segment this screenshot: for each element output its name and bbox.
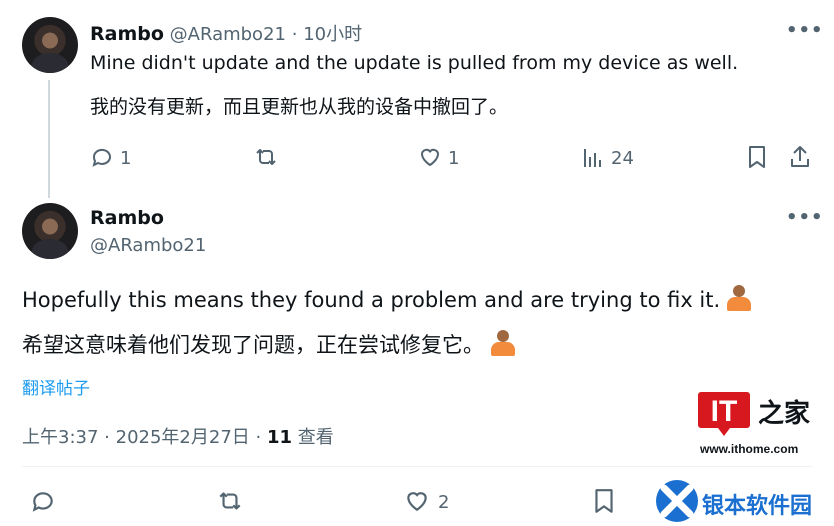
main-handle[interactable]: @ARambo21: [90, 235, 206, 256]
display-name[interactable]: Rambo: [90, 23, 164, 45]
reply-icon[interactable]: [90, 145, 114, 169]
main-tweet-text: Hopefully this means they found a proble…: [22, 285, 752, 312]
bookmark-icon[interactable]: [592, 487, 616, 515]
avatar[interactable]: [22, 203, 78, 259]
main-tweet-translation: 希望这意味着他们发现了问题，正在尝试修复它。: [22, 329, 516, 359]
more-options-icon[interactable]: •••: [786, 207, 824, 228]
display-name[interactable]: Rambo: [90, 207, 164, 229]
main-display-name: Rambo: [90, 207, 164, 229]
like-icon[interactable]: [418, 145, 442, 169]
timestamp[interactable]: 10小时: [303, 24, 362, 45]
like-count: 1: [448, 148, 460, 169]
brand-logo-icon: [656, 480, 698, 522]
reply-icon[interactable]: [30, 488, 56, 514]
views-count: 24: [611, 148, 634, 169]
divider: [22, 466, 812, 467]
avatar[interactable]: [22, 17, 78, 73]
tweet-translation: 希望这意味着他们发现了问题，正在尝试修复它。: [22, 333, 484, 357]
watermark-brand: 银本软件园: [702, 494, 813, 519]
handle[interactable]: @ARambo21: [170, 24, 286, 45]
tweet-translation: 我的没有更新，而且更新也从我的设备中撤回了。: [90, 96, 509, 118]
share-icon[interactable]: [788, 144, 812, 170]
more-options-icon[interactable]: •••: [786, 20, 824, 41]
views-label[interactable]: 查看: [298, 427, 334, 448]
tweet-text: Mine didn't update and the update is pul…: [90, 52, 739, 74]
svg-text:之家: 之家: [758, 398, 810, 429]
repost-icon[interactable]: [253, 145, 279, 169]
like-icon[interactable]: [404, 488, 430, 514]
watermark-site: www.ithome.com: [700, 442, 799, 456]
reply-header: Rambo @ARambo21 · 10小时: [90, 20, 362, 46]
views-count[interactable]: 11: [267, 427, 292, 448]
post-date[interactable]: 2025年2月27日: [116, 427, 250, 448]
svg-text:IT: IT: [711, 395, 738, 428]
ithome-logo: IT 之家: [698, 392, 810, 436]
post-meta: 上午3:37 · 2025年2月27日 · 11 查看: [22, 423, 334, 449]
post-time[interactable]: 上午3:37: [22, 427, 98, 448]
repost-icon[interactable]: [216, 488, 244, 514]
separator: ·: [291, 24, 298, 45]
tweet-text: Hopefully this means they found a proble…: [22, 288, 721, 312]
shrug-emoji-icon: [490, 330, 516, 356]
reply-count: 1: [120, 148, 132, 169]
shrug-emoji-icon: [726, 285, 752, 311]
views-icon[interactable]: [582, 145, 604, 169]
separator: ·: [255, 427, 262, 448]
bookmark-icon[interactable]: [746, 144, 768, 170]
like-count: 2: [438, 492, 450, 513]
translate-post-link[interactable]: 翻译帖子: [22, 374, 90, 399]
thread-line: [48, 80, 50, 198]
separator: ·: [104, 427, 110, 448]
